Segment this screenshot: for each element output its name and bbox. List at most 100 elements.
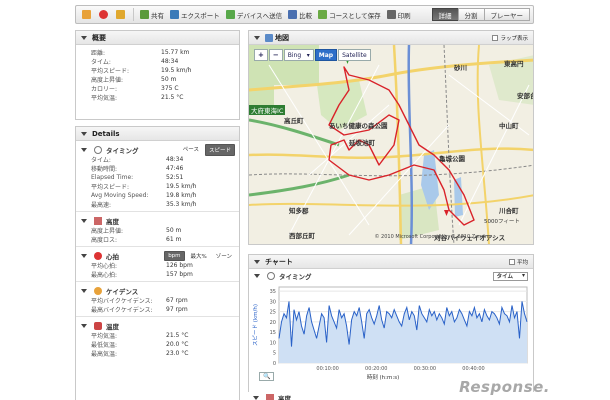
elevation-title: 高度 <box>106 217 119 226</box>
stat-label: Avg Moving Speed: <box>91 192 149 199</box>
stat-row: 最高バイクケイデンス: 97 rpm <box>91 305 239 314</box>
view-detail-button[interactable]: 詳細 <box>431 8 459 21</box>
edit-button[interactable] <box>79 7 96 22</box>
heart-icon <box>94 251 102 260</box>
bpm-toggle[interactable]: bpm <box>164 250 185 261</box>
save-course-button[interactable]: コースとして保存 <box>315 7 383 22</box>
stat-row: 最高心拍: 157 bpm <box>91 270 239 279</box>
stat-value: 48:34 <box>161 58 179 65</box>
stat-label: 平均スピード: <box>91 184 130 191</box>
collapse-icon[interactable] <box>81 131 87 136</box>
overview-header[interactable]: 概要 <box>76 31 239 45</box>
clock-icon <box>267 272 275 280</box>
map-provider-label: Bing <box>287 51 302 59</box>
view-player-button[interactable]: プレーヤー <box>483 8 530 21</box>
elevation-rows: 高度上昇値: 50 m 高度ロス: 61 m <box>81 226 239 244</box>
satellite-button[interactable]: Satellite <box>338 49 371 61</box>
collapse-icon[interactable] <box>81 323 87 328</box>
overview-title: 概要 <box>92 33 106 42</box>
cadence-title: ケイデンス <box>106 287 139 296</box>
print-button[interactable]: 印刷 <box>384 7 414 22</box>
printer-icon <box>386 10 396 19</box>
stat-row: Avg Moving Speed: 19.8 km/h <box>91 191 239 200</box>
stat-row: 高度上昇値: 50 m <box>91 75 239 84</box>
chart-header[interactable]: チャート 平均 <box>249 255 533 269</box>
send-device-button[interactable]: デバイスへ送信 <box>223 7 285 22</box>
elevation-header[interactable]: 高度 <box>81 215 239 226</box>
speed-toggle[interactable]: スピード <box>204 143 235 156</box>
collapse-icon[interactable] <box>254 35 260 40</box>
collapse-icon[interactable] <box>81 35 87 40</box>
stat-value: 50 m <box>166 227 182 234</box>
lap-toggle[interactable]: ラップ表示 <box>492 34 528 42</box>
details-header[interactable]: Details <box>76 127 239 141</box>
stat-value: 52:51 <box>166 174 184 181</box>
y-tick-label: 20 <box>270 320 276 326</box>
cadence-header[interactable]: ケイデンス <box>81 285 239 296</box>
pace-toggle[interactable]: ペース <box>180 144 202 156</box>
lap-checkbox[interactable] <box>492 34 499 41</box>
stat-value: 48:34 <box>166 156 184 163</box>
map-place-label: 延坂池町 <box>349 139 375 147</box>
heart-header[interactable]: 心拍 bpm 最大% ゾーン <box>81 250 239 261</box>
settings-button[interactable] <box>113 7 130 22</box>
y-tick-label: 35 <box>270 289 276 295</box>
stat-label: 平均バイクケイデンス: <box>91 298 153 305</box>
compare-button[interactable]: 比較 <box>285 7 315 22</box>
stat-label: 距離: <box>91 50 106 57</box>
view-split-button[interactable]: 分割 <box>457 8 485 21</box>
stat-label: 最低気温: <box>91 342 118 349</box>
collapse-icon[interactable] <box>81 218 87 223</box>
clock-icon <box>94 145 102 154</box>
zone-toggle[interactable]: ゾーン <box>213 251 235 261</box>
temperature-header[interactable]: 温度 <box>81 320 239 331</box>
map-title: 地図 <box>275 33 289 42</box>
map-provider-select[interactable]: Bing ▾ <box>283 49 314 61</box>
chart-timing-header[interactable]: タイミング タイム <box>249 269 533 283</box>
watermark: Response. <box>459 378 550 396</box>
map-canvas[interactable]: + − Bing ▾ Map Satellite 砂川 東高円安部台高丘町あいち健康… <box>249 45 533 244</box>
average-toggle[interactable]: 平均 <box>508 258 528 266</box>
x-axis-select[interactable]: タイム <box>492 271 528 281</box>
compare-icon <box>288 10 298 19</box>
share-label: 共有 <box>151 11 164 20</box>
delete-button[interactable] <box>96 7 113 22</box>
average-checkbox[interactable] <box>508 258 515 265</box>
collapse-icon[interactable] <box>81 253 87 258</box>
collapse-icon[interactable] <box>254 274 260 278</box>
export-button[interactable]: エクスポート <box>167 7 223 22</box>
map-place-label: 知多郡 <box>289 207 309 215</box>
zoom-in-button[interactable]: + <box>254 49 268 61</box>
stat-row: タイム: 48:34 <box>91 155 239 164</box>
map-panel: 地図 ラップ表示 + − Bing ▾ Map Satellite 砂川 東高円… <box>248 30 534 245</box>
stat-value: 50 m <box>161 76 177 83</box>
collapse-icon[interactable] <box>81 147 87 152</box>
share-button[interactable]: 共有 <box>137 7 167 22</box>
device-icon <box>225 10 235 19</box>
y-tick-label: 25 <box>270 310 276 316</box>
map-header[interactable]: 地図 ラップ表示 <box>249 31 533 45</box>
chart-title: チャート <box>265 257 293 266</box>
collapse-icon[interactable] <box>81 288 87 293</box>
send-device-label: デバイスへ送信 <box>236 11 283 20</box>
zoom-out-button[interactable]: − <box>268 49 283 61</box>
compare-label: 比較 <box>299 11 313 20</box>
map-place-label: 西部丘町 <box>289 232 315 240</box>
stat-label: 平均気温: <box>91 333 118 340</box>
overview-panel: 概要 距離: 15.77 km タイム: 48:34 平均スピード: 19.5 km/h 高… <box>75 30 240 120</box>
collapse-icon[interactable] <box>254 259 260 264</box>
timing-header[interactable]: タイミング ペース スピード <box>81 143 239 156</box>
magnify-icon[interactable]: 🔍 <box>259 372 275 381</box>
map-type-button[interactable]: Map <box>314 49 338 61</box>
stat-value: 20.0 °C <box>166 341 189 348</box>
stat-row: 高度ロス: 61 m <box>91 235 239 244</box>
map-place-label: 安部台 <box>517 92 533 100</box>
stat-label: 移動時間: <box>91 166 118 173</box>
cadence-section: ケイデンス 平均バイクケイデンス: 67 rpm 最高バイクケイデンス: 97 rpm <box>76 281 239 316</box>
max-percent-toggle[interactable]: 最大% <box>188 251 210 261</box>
stat-value: 19.5 km/h <box>166 183 197 190</box>
timing-rows: タイム: 48:34 移動時間: 47:46 Elapsed Time: 52:51 平均ス… <box>81 155 239 209</box>
stat-label: 平均心拍: <box>91 263 118 270</box>
stat-row: 平均心拍: 126 bpm <box>91 261 239 270</box>
collapse-icon[interactable] <box>253 395 259 400</box>
